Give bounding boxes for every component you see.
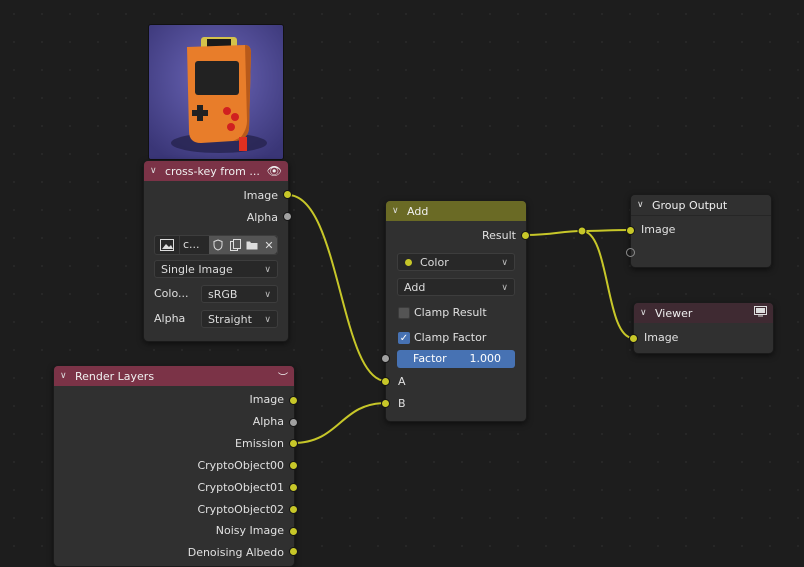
rl-output-alpha: Alpha xyxy=(252,415,284,428)
input-a-label: A xyxy=(398,375,406,388)
duplicate-icon[interactable] xyxy=(227,236,244,254)
folder-icon[interactable] xyxy=(243,236,262,254)
chevron-down-icon[interactable]: ∨ xyxy=(640,308,652,318)
clamp-result-label: Clamp Result xyxy=(414,306,487,319)
blend-mode-dropdown[interactable]: Add ∨ xyxy=(397,278,515,296)
rl-emission-socket[interactable] xyxy=(289,439,298,448)
chevron-down-icon: ∨ xyxy=(264,265,271,275)
gameboy-render-picture xyxy=(149,25,283,159)
eye-icon[interactable]: 👁 xyxy=(267,164,282,178)
render-layers-title: Render Layers xyxy=(75,369,155,383)
rl-denoising-albedo-socket[interactable] xyxy=(289,547,298,556)
image-selector[interactable]: c... ✕ xyxy=(154,235,278,255)
chevron-down-icon[interactable]: ∨ xyxy=(392,206,404,216)
color-space-dropdown[interactable]: sRGB ∨ xyxy=(201,285,278,303)
group-output-image-label: Image xyxy=(641,223,676,236)
chevron-down-icon: ∨ xyxy=(264,290,271,300)
image-source-value: Single Image xyxy=(161,263,233,276)
viewer-node[interactable]: ∨ Viewer Image xyxy=(633,302,774,354)
viewer-image-label: Image xyxy=(644,331,679,344)
chevron-down-icon: ∨ xyxy=(501,283,508,293)
rl-noisy-image-socket[interactable] xyxy=(289,527,298,536)
alpha-mode-dropdown[interactable]: Straight ∨ xyxy=(201,310,278,328)
add-node-header[interactable]: ∨ Add xyxy=(386,201,526,221)
collapse-toggle-icon[interactable]: ︶ xyxy=(278,369,288,384)
image-browse-icon[interactable] xyxy=(155,236,180,254)
group-output-node[interactable]: ∨ Group Output Image xyxy=(630,194,772,268)
chevron-down-icon: ∨ xyxy=(501,258,508,268)
input-b-socket[interactable] xyxy=(381,399,390,408)
clamp-factor-checkbox[interactable]: ✓ xyxy=(398,332,410,344)
image-node-title: cross-key from ... xyxy=(165,164,260,178)
data-type-value: Color xyxy=(420,256,449,269)
render-layers-node[interactable]: ∨ Render Layers ︶ Image Alpha Emission C… xyxy=(53,365,295,567)
add-node[interactable]: ∨ Add Result Color ∨ Add ∨ Clamp Result … xyxy=(385,200,527,422)
factor-slider[interactable]: Factor 1.000 xyxy=(397,350,515,368)
image-output-label: Image xyxy=(243,189,278,202)
result-output-socket[interactable] xyxy=(521,231,530,240)
rl-output-cryptoobject02: CryptoObject02 xyxy=(197,503,284,516)
chevron-down-icon[interactable]: ∨ xyxy=(60,371,72,381)
factor-input-socket[interactable] xyxy=(381,354,390,363)
image-node[interactable]: ∨ cross-key from ... 👁 Image Alpha c... … xyxy=(143,160,289,342)
alpha-output-label: Alpha xyxy=(246,211,278,224)
input-b-label: B xyxy=(398,397,406,410)
rl-image-socket[interactable] xyxy=(289,396,298,405)
alpha-output-socket[interactable] xyxy=(283,212,292,221)
factor-label: Factor xyxy=(413,352,447,365)
blend-mode-value: Add xyxy=(404,281,426,294)
alpha-mode-label: Alpha xyxy=(154,312,186,325)
clamp-result-checkbox[interactable] xyxy=(398,307,410,319)
rl-cryptoobject00-socket[interactable] xyxy=(289,461,298,470)
render-layers-header[interactable]: ∨ Render Layers ︶ xyxy=(54,366,294,386)
viewer-header[interactable]: ∨ Viewer xyxy=(634,303,773,323)
color-space-value: sRGB xyxy=(208,288,238,301)
rl-alpha-socket[interactable] xyxy=(289,418,298,427)
image-source-dropdown[interactable]: Single Image ∨ xyxy=(154,260,278,278)
group-output-title: Group Output xyxy=(652,198,728,212)
rl-cryptoobject02-socket[interactable] xyxy=(289,505,298,514)
data-type-dropdown[interactable]: Color ∨ xyxy=(397,253,515,271)
input-a-socket[interactable] xyxy=(381,377,390,386)
chevron-down-icon[interactable]: ∨ xyxy=(637,200,649,210)
image-name-field[interactable]: c... xyxy=(183,236,200,254)
fake-user-shield-icon[interactable] xyxy=(209,236,228,254)
rl-output-emission: Emission xyxy=(235,437,284,450)
monitor-icon[interactable] xyxy=(754,306,767,320)
chevron-down-icon[interactable]: ∨ xyxy=(150,166,162,176)
viewer-title: Viewer xyxy=(655,306,693,320)
chevron-down-icon: ∨ xyxy=(264,315,271,325)
factor-value: 1.000 xyxy=(469,352,502,365)
rl-cryptoobject01-socket[interactable] xyxy=(289,483,298,492)
image-node-header[interactable]: ∨ cross-key from ... 👁 xyxy=(144,161,288,181)
add-node-title: Add xyxy=(407,204,429,218)
image-output-socket[interactable] xyxy=(283,190,292,199)
rl-output-image: Image xyxy=(249,393,284,406)
group-output-empty-socket[interactable] xyxy=(626,248,635,257)
result-output-label: Result xyxy=(482,229,516,242)
color-space-label: Colo... xyxy=(154,287,189,300)
rl-output-cryptoobject00: CryptoObject00 xyxy=(197,459,284,472)
rl-output-denoising-albedo: Denoising Albedo xyxy=(187,546,284,559)
alpha-mode-value: Straight xyxy=(208,313,252,326)
image-preview xyxy=(148,24,284,160)
group-output-image-socket[interactable] xyxy=(626,226,635,235)
clamp-factor-label: Clamp Factor xyxy=(414,331,487,344)
rl-output-cryptoobject01: CryptoObject01 xyxy=(197,481,284,494)
viewer-image-socket[interactable] xyxy=(629,334,638,343)
color-socket-icon xyxy=(405,259,412,266)
close-icon[interactable]: ✕ xyxy=(261,236,277,254)
rl-output-noisy-image: Noisy Image xyxy=(215,524,284,537)
group-output-header[interactable]: ∨ Group Output xyxy=(631,195,771,216)
